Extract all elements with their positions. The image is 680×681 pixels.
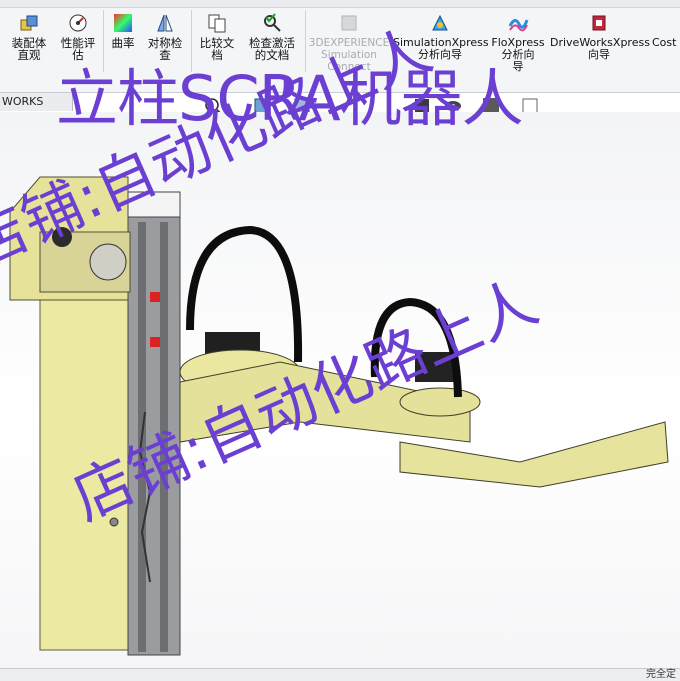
driveworksxpress-button[interactable]: DriveWorksXpress 向导: [550, 12, 650, 61]
curvature-button[interactable]: 曲率: [106, 12, 140, 49]
quick-access-strip: [0, 0, 680, 8]
view-settings-icon[interactable]: [522, 98, 538, 114]
driveworksxpress-icon: [592, 15, 606, 31]
assembly-visual-label: 装配体 直观: [11, 36, 47, 62]
floxpress-icon: [508, 19, 529, 32]
status-bar: 完全定: [0, 668, 680, 681]
costing-button[interactable]: Cost: [652, 12, 680, 49]
simulationxpress-icon: [432, 14, 448, 31]
assembly-visual-button[interactable]: 装配体 直观: [6, 12, 52, 61]
curvature-icon: [114, 14, 132, 32]
check-active-doc-icon: [264, 13, 281, 32]
costing-label: Cost: [652, 36, 677, 49]
driveworksxpress-label: DriveWorksXpress 向导: [550, 36, 650, 61]
symmetry-check-icon: [157, 14, 173, 32]
assembly-visual-icon: [20, 15, 38, 31]
compare-docs-icon: [208, 14, 226, 33]
performance-eval-icon: [69, 14, 87, 32]
status-text: 完全定: [646, 669, 676, 680]
